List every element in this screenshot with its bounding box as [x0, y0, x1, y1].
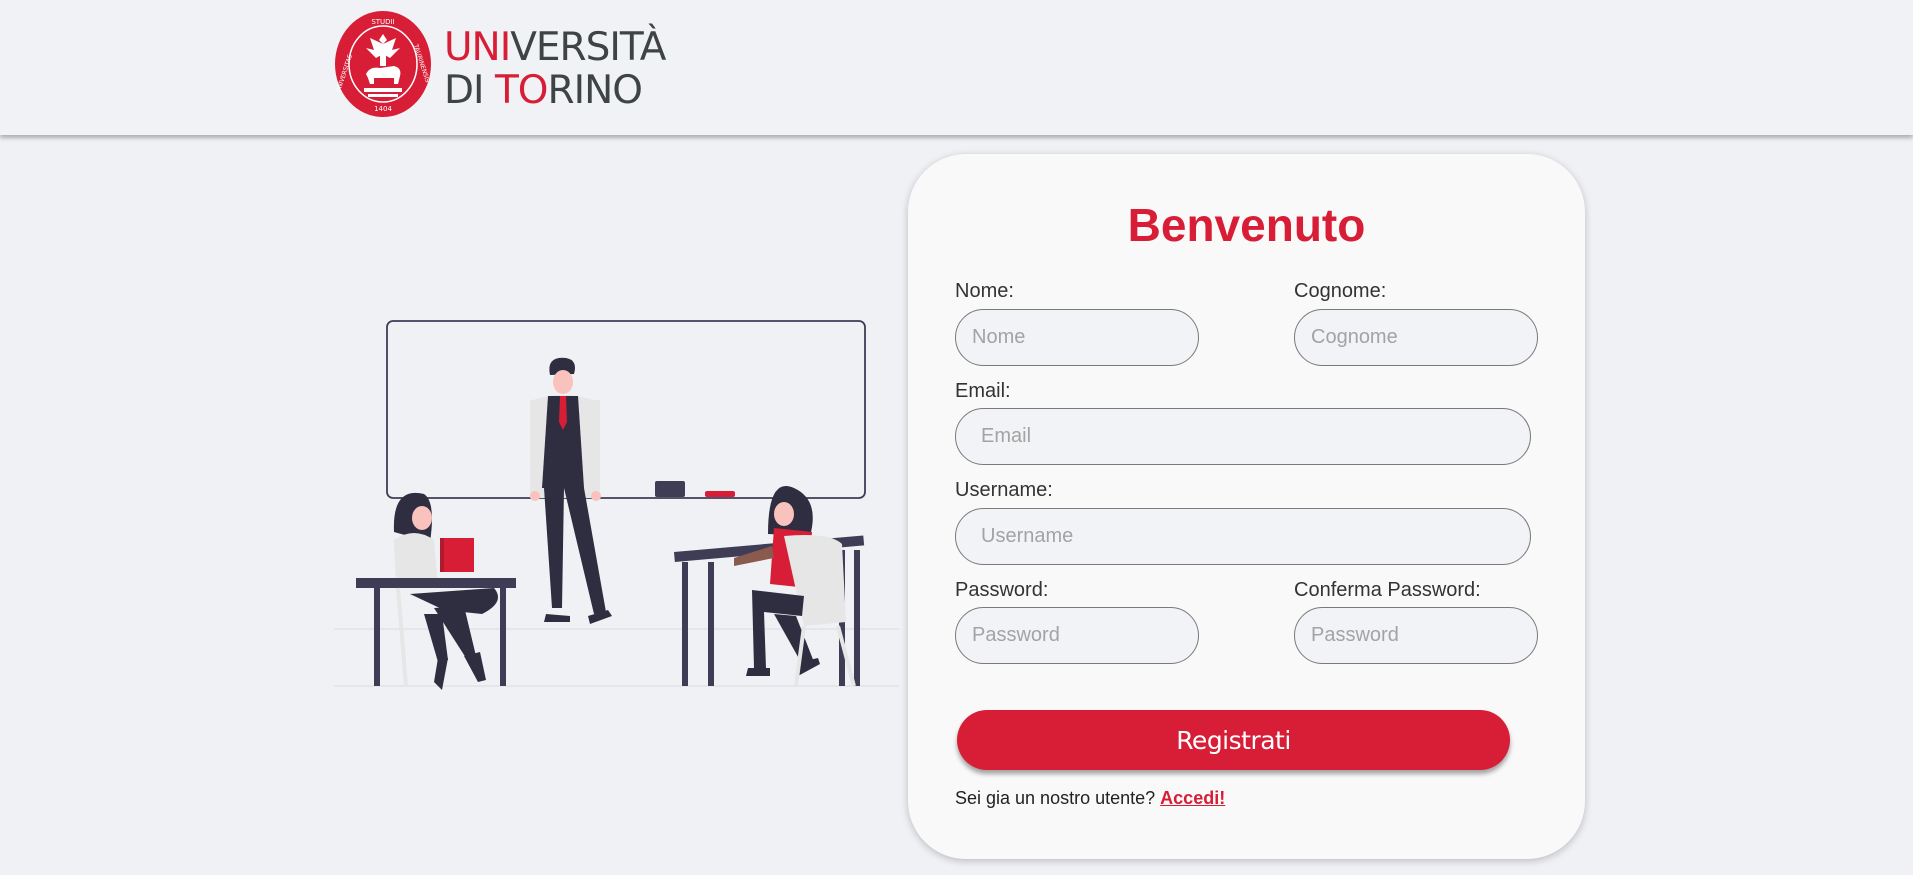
confirm-password-input[interactable]: [1294, 607, 1538, 664]
login-prompt-row: Sei gia un nostro utente? Accedi!: [955, 788, 1225, 809]
red-book: [440, 538, 474, 572]
cognome-label: Cognome:: [1294, 280, 1387, 302]
seal-top-text: STUDII: [371, 18, 394, 26]
email-label: Email:: [955, 380, 1011, 402]
teacher-figure: [530, 357, 612, 624]
confirm-password-label: Conferma Password:: [1294, 579, 1481, 601]
university-seal-icon: STUDII UNIVERSITAS TAURINENSIS 1404: [335, 11, 431, 117]
logo-text-uni: UNI: [444, 25, 511, 70]
username-input[interactable]: [955, 508, 1531, 565]
welcome-title: Benvenuto: [1127, 199, 1366, 251]
nome-label: Nome:: [955, 280, 1014, 302]
logo-text-rino: RINO: [547, 68, 642, 113]
nome-input[interactable]: [955, 309, 1199, 366]
classroom-illustration: [334, 320, 899, 690]
right-student-figure: [674, 485, 865, 687]
board-eraser: [655, 481, 685, 497]
university-logo[interactable]: STUDII UNIVERSITAS TAURINENSIS 1404 UNIV…: [334, 10, 666, 120]
login-prompt-text: Sei gia un nostro utente?: [955, 788, 1156, 808]
password-input[interactable]: [955, 607, 1199, 664]
logo-text-to: TO: [494, 68, 549, 113]
register-button[interactable]: Registrati: [957, 710, 1510, 770]
site-header: STUDII UNIVERSITAS TAURINENSIS 1404 UNIV…: [0, 0, 1913, 135]
seal-year-text: 1404: [374, 105, 392, 113]
username-label: Username:: [955, 479, 1053, 501]
left-student-figure: [356, 492, 516, 690]
board-marker: [705, 491, 735, 497]
logo-text-di: DI: [444, 68, 495, 113]
email-input[interactable]: [955, 408, 1531, 465]
whiteboard: [386, 320, 866, 499]
logo-text-versita: VERSITÀ: [510, 25, 666, 70]
cognome-input[interactable]: [1294, 309, 1538, 366]
password-label: Password:: [955, 579, 1049, 601]
university-name: UNIVERSITÀ DI TORINO: [444, 25, 666, 113]
login-link[interactable]: Accedi!: [1160, 788, 1225, 808]
registration-card: Benvenuto Nome: Cognome: Email: Username…: [908, 154, 1585, 859]
